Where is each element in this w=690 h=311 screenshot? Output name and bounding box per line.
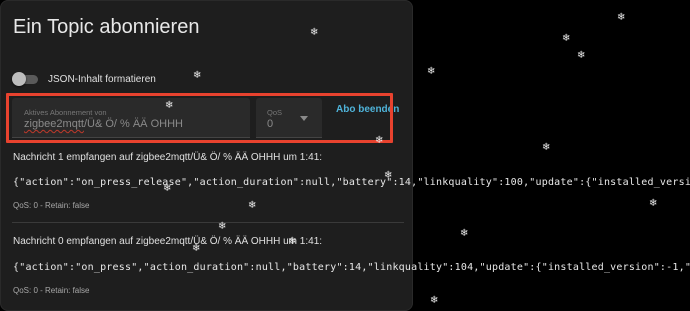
snowflake-icon: ❄ xyxy=(192,243,201,254)
highlight-annotation-box xyxy=(6,93,393,143)
message-0-payload: {"action":"on_press","action_duration":n… xyxy=(13,262,413,273)
message-1-payload-overflow: {"action":"on_press_release","action_dur… xyxy=(413,177,690,188)
message-1-header: Nachricht 1 empfangen auf zigbee2mqtt/Ü&… xyxy=(13,152,323,163)
snowflake-icon: ❄ xyxy=(460,228,469,239)
message-1-payload: {"action":"on_press_release","action_dur… xyxy=(13,177,413,188)
dialog-title: Ein Topic abonnieren xyxy=(13,16,200,38)
subscribe-topic-dialog: Ein Topic abonnieren JSON-Inhalt formati… xyxy=(0,0,413,311)
message-1-meta: QoS: 0 - Retain: false xyxy=(13,201,90,210)
snowflake-icon: ❄ xyxy=(562,33,571,44)
json-format-switch[interactable] xyxy=(12,72,38,86)
snowflake-icon: ❄ xyxy=(375,135,384,146)
screen: Ein Topic abonnieren JSON-Inhalt formati… xyxy=(0,0,690,311)
json-format-label: JSON-Inhalt formatieren xyxy=(48,73,156,85)
snowflake-icon: ❄ xyxy=(288,236,297,247)
snowflake-icon: ❄ xyxy=(427,66,436,77)
snowflake-icon: ❄ xyxy=(542,142,551,153)
snowflake-icon: ❄ xyxy=(384,170,393,181)
snowflake-icon: ❄ xyxy=(218,221,227,232)
json-format-toggle-row[interactable]: JSON-Inhalt formatieren xyxy=(12,72,156,86)
snowflake-icon: ❄ xyxy=(310,27,319,38)
snowflake-icon: ❄ xyxy=(577,50,586,61)
snowflake-icon: ❄ xyxy=(649,198,658,209)
snowflake-icon: ❄ xyxy=(430,295,439,306)
message-0-header: Nachricht 0 empfangen auf zigbee2mqtt/Ü&… xyxy=(13,236,323,247)
message-0-meta: QoS: 0 - Retain: false xyxy=(13,286,90,295)
message-0-payload-overflow: {"action":"on_press","action_duration":n… xyxy=(413,262,690,273)
message-divider xyxy=(12,222,404,223)
snowflake-icon: ❄ xyxy=(165,100,174,111)
snowflake-icon: ❄ xyxy=(248,200,257,211)
snowflake-icon: ❄ xyxy=(617,12,626,23)
snowflake-icon: ❄ xyxy=(193,70,202,81)
switch-thumb xyxy=(12,72,26,86)
snowflake-icon: ❄ xyxy=(163,183,172,194)
